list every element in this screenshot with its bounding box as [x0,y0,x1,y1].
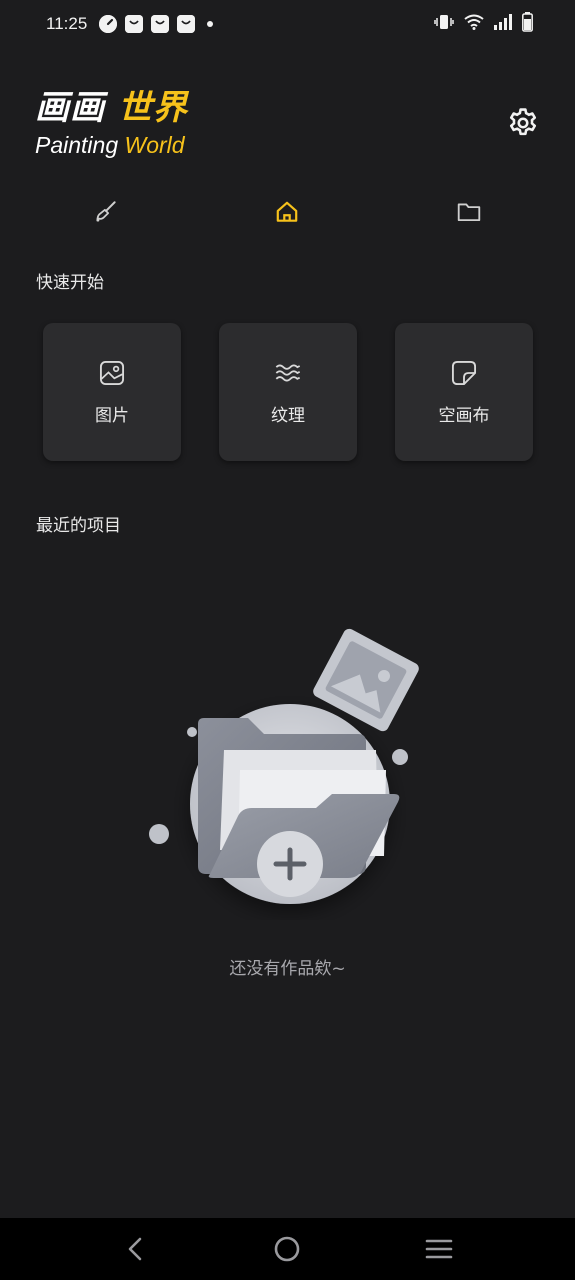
quick-texture-label: 纹理 [271,405,305,426]
system-nav-bar [0,1218,575,1280]
nav-back-button[interactable] [116,1229,156,1269]
brush-icon [96,201,116,222]
logo-cn-part1: 画画 [35,88,105,128]
settings-button[interactable] [506,106,540,140]
gear-icon [509,108,537,136]
quick-image-button[interactable]: 图片 [43,323,181,461]
texture-waves-icon [275,364,301,381]
menu-icon [425,1239,453,1259]
back-icon [128,1237,142,1261]
wifi-icon [464,14,484,34]
logo-en: Painting World [35,132,540,159]
status-left: 11:25 [46,14,214,34]
quick-blank-canvas-button[interactable]: 空画布 [395,323,533,461]
shopping-bag-icon [177,15,196,33]
folder-icon [457,203,481,222]
nav-home-button[interactable] [267,1229,307,1269]
quick-start-title: 快速开始 [36,273,104,293]
blank-canvas-icon [451,360,477,385]
vibrate-icon [434,14,454,34]
quick-start-row: 图片 纹理 空画布 [43,323,533,461]
recent-projects-title: 最近的项目 [36,516,121,536]
battery-icon [522,12,533,36]
shopping-bag-icon [151,15,170,33]
dot-icon [207,21,214,27]
status-right [434,12,533,36]
logo-en-part1: Painting [35,132,119,158]
tab-home[interactable] [257,190,317,234]
logo-en-part2: World [124,132,185,158]
status-bar: 11:25 [0,0,575,48]
shopping-bag-icon [125,15,144,33]
image-icon [99,360,125,385]
tab-brush[interactable] [76,190,136,234]
quick-texture-button[interactable]: 纹理 [219,323,357,461]
logo-cn-part2: 世界 [117,88,188,128]
empty-state-text: 还没有作品欸~ [229,959,346,979]
app-header: 画画 世界 Painting World [35,88,540,168]
speedometer-icon [99,15,118,33]
quick-blank-canvas-label: 空画布 [438,405,490,426]
quick-image-label: 图片 [95,405,129,426]
logo-cn: 画画 世界 [35,88,540,128]
status-time: 11:25 [46,14,88,33]
top-tabs [0,190,575,234]
home-icon [277,201,298,222]
nav-menu-button[interactable] [419,1229,459,1269]
empty-folder-illustration [140,620,430,920]
signal-icon [494,14,512,34]
home-circle-icon [275,1236,300,1262]
tab-folder[interactable] [439,190,499,234]
